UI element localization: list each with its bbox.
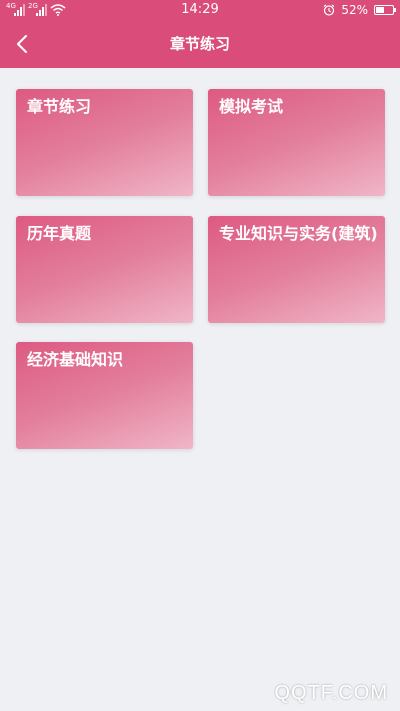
card-label: 专业知识与实务(建筑)	[219, 224, 378, 243]
card-label: 章节练习	[27, 97, 92, 116]
battery-percentage: 52%	[341, 3, 368, 17]
page-title: 章节练习	[169, 35, 230, 53]
card-economic-basics[interactable]: 经济基础知识	[16, 342, 193, 449]
card-chapter-practice[interactable]: 章节练习	[16, 89, 193, 196]
card-past-exams[interactable]: 历年真题	[16, 216, 193, 323]
card-label: 历年真题	[27, 224, 92, 243]
card-label: 经济基础知识	[27, 350, 124, 369]
watermark: QQTF.COM	[274, 682, 388, 704]
status-bar: 4G 2G 14:29 52%	[0, 0, 400, 20]
card-label: 模拟考试	[219, 97, 284, 116]
battery-fill	[376, 7, 384, 13]
battery-icon	[374, 5, 396, 15]
alarm-icon	[323, 4, 335, 16]
status-right: 52%	[323, 2, 396, 18]
card-professional-knowledge[interactable]: 专业知识与实务(建筑)	[208, 216, 385, 323]
nav-bar: 章节练习	[0, 20, 400, 68]
card-mock-exam[interactable]: 模拟考试	[208, 89, 385, 196]
